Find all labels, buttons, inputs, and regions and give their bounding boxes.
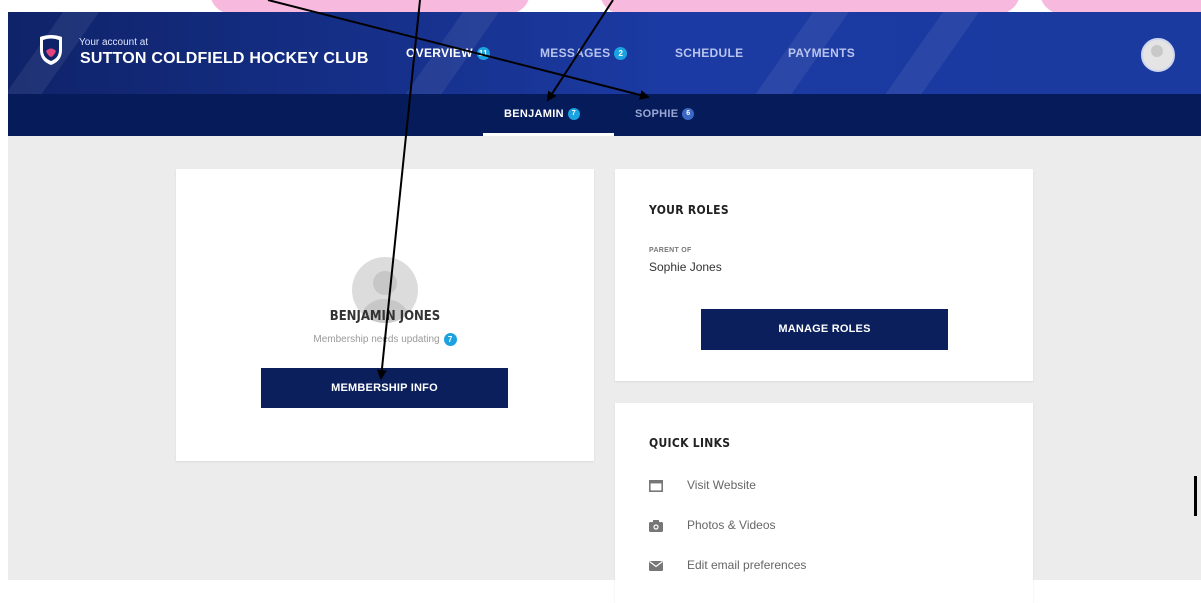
membership-status-text: Membership needs updating [313, 334, 440, 346]
nav-payments-label: PAYMENTS [788, 46, 856, 60]
club-name[interactable]: SUTTON COLDFIELD HOCKEY CLUB [80, 50, 369, 68]
nav-messages-label: MESSAGES [540, 46, 611, 60]
user-avatar-icon[interactable] [1141, 38, 1175, 72]
pink-blob [1040, 0, 1201, 12]
main-content: BENJAMIN JONES Membership needs updating… [8, 136, 1201, 603]
quick-link-label: Visit Website [687, 478, 756, 492]
nav-overview-badge: 11 [476, 47, 490, 61]
subtab-sophie-label: SOPHIE [635, 108, 679, 120]
subtab-benjamin-badge: 7 [567, 108, 580, 121]
browser-window-icon [649, 480, 663, 492]
nav-overview-label: OVERVIEW [406, 46, 473, 60]
roles-title: YOUR ROLES [649, 203, 729, 217]
nav-schedule[interactable]: SCHEDULE [675, 46, 743, 60]
quick-link-label: Edit email preferences [687, 558, 807, 572]
pink-blob [210, 0, 530, 12]
quick-link-visit-website[interactable]: Visit Website [649, 477, 949, 497]
quick-link-photos-videos[interactable]: Photos & Videos [649, 517, 949, 537]
profile-card: BENJAMIN JONES Membership needs updating… [176, 169, 594, 461]
membership-info-button[interactable]: MEMBERSHIP INFO [261, 368, 508, 408]
decorative-stripe [858, 12, 994, 94]
member-subnav: BENJAMIN 7 SOPHIE 6 [8, 94, 1201, 136]
annotation-background-strip [0, 0, 1201, 12]
club-shield-icon[interactable] [38, 34, 64, 66]
nav-messages-badge: 2 [614, 47, 628, 61]
membership-status: Membership needs updating 7 [176, 333, 594, 346]
pink-blob [600, 0, 1020, 12]
roles-card: YOUR ROLES PARENT OF Sophie Jones MANAGE… [615, 169, 1033, 381]
nav-messages[interactable]: MESSAGES 2 [540, 46, 628, 61]
membership-status-badge: 7 [443, 333, 457, 346]
quick-links-card: QUICK LINKS Visit Website Photos & Video… [615, 403, 1033, 603]
quick-link-email-preferences[interactable]: Edit email preferences [649, 557, 949, 577]
role-value: Sophie Jones [649, 260, 722, 274]
role-label: PARENT OF [649, 247, 692, 254]
profile-name: BENJAMIN JONES [329, 309, 441, 324]
top-header: Your account at SUTTON COLDFIELD HOCKEY … [8, 12, 1201, 94]
subtab-benjamin[interactable]: BENJAMIN 7 [504, 108, 580, 121]
subtab-sophie-badge: 6 [682, 108, 695, 121]
subtab-sophie[interactable]: SOPHIE 6 [635, 108, 695, 121]
nav-payments[interactable]: PAYMENTS [788, 46, 855, 60]
nav-overview[interactable]: OVERVIEW 11 [406, 46, 490, 61]
avatar-head [373, 271, 397, 295]
subtab-benjamin-label: BENJAMIN [504, 108, 564, 120]
quick-link-label: Photos & Videos [687, 518, 776, 532]
account-prefix: Your account at [79, 37, 149, 48]
camera-icon [649, 520, 663, 532]
manage-roles-button[interactable]: MANAGE ROLES [701, 309, 948, 350]
edge-mark [1194, 476, 1197, 516]
nav-schedule-label: SCHEDULE [675, 46, 744, 60]
quick-links-title: QUICK LINKS [649, 436, 731, 450]
envelope-icon [649, 561, 663, 571]
